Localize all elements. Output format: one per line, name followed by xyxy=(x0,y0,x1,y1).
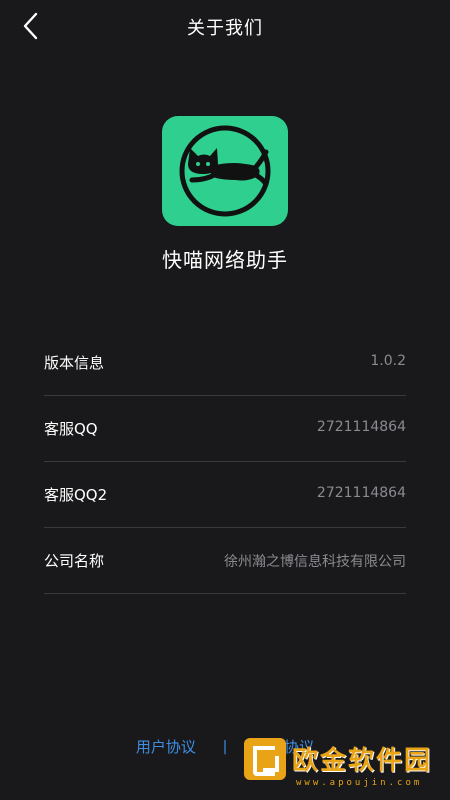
info-label: 客服QQ2 xyxy=(44,486,108,504)
header-bar: 关于我们 xyxy=(0,0,450,52)
info-list: 版本信息 1.0.2 客服QQ 2721114864 客服QQ2 2721114… xyxy=(44,330,406,594)
info-row-version: 版本信息 1.0.2 xyxy=(44,330,406,396)
watermark: 欧金软件园 www.apoujin.com xyxy=(244,736,442,794)
info-label: 公司名称 xyxy=(44,552,105,570)
info-value[interactable]: 2721114864 xyxy=(317,485,406,501)
page-title: 关于我们 xyxy=(187,18,263,39)
user-agreement-link[interactable]: 用户协议 xyxy=(136,736,196,757)
info-value: 徐州瀚之博信息科技有限公司 xyxy=(224,554,406,570)
info-value[interactable]: 2721114864 xyxy=(317,419,406,435)
watermark-logo-icon xyxy=(244,738,286,780)
link-separator: | xyxy=(222,738,228,755)
info-row-service-qq[interactable]: 客服QQ 2721114864 xyxy=(44,396,406,462)
running-cat-icon xyxy=(179,125,271,217)
info-row-company: 公司名称 徐州瀚之博信息科技有限公司 xyxy=(44,528,406,594)
app-logo xyxy=(162,116,288,226)
info-row-service-qq2[interactable]: 客服QQ2 2721114864 xyxy=(44,462,406,528)
info-value: 1.0.2 xyxy=(370,353,406,369)
watermark-url: www.apoujin.com xyxy=(296,778,423,788)
info-label: 客服QQ xyxy=(44,420,98,438)
watermark-text: 欧金软件园 xyxy=(292,746,433,776)
info-label: 版本信息 xyxy=(44,354,105,372)
app-name: 快喵网络助手 xyxy=(162,248,288,272)
